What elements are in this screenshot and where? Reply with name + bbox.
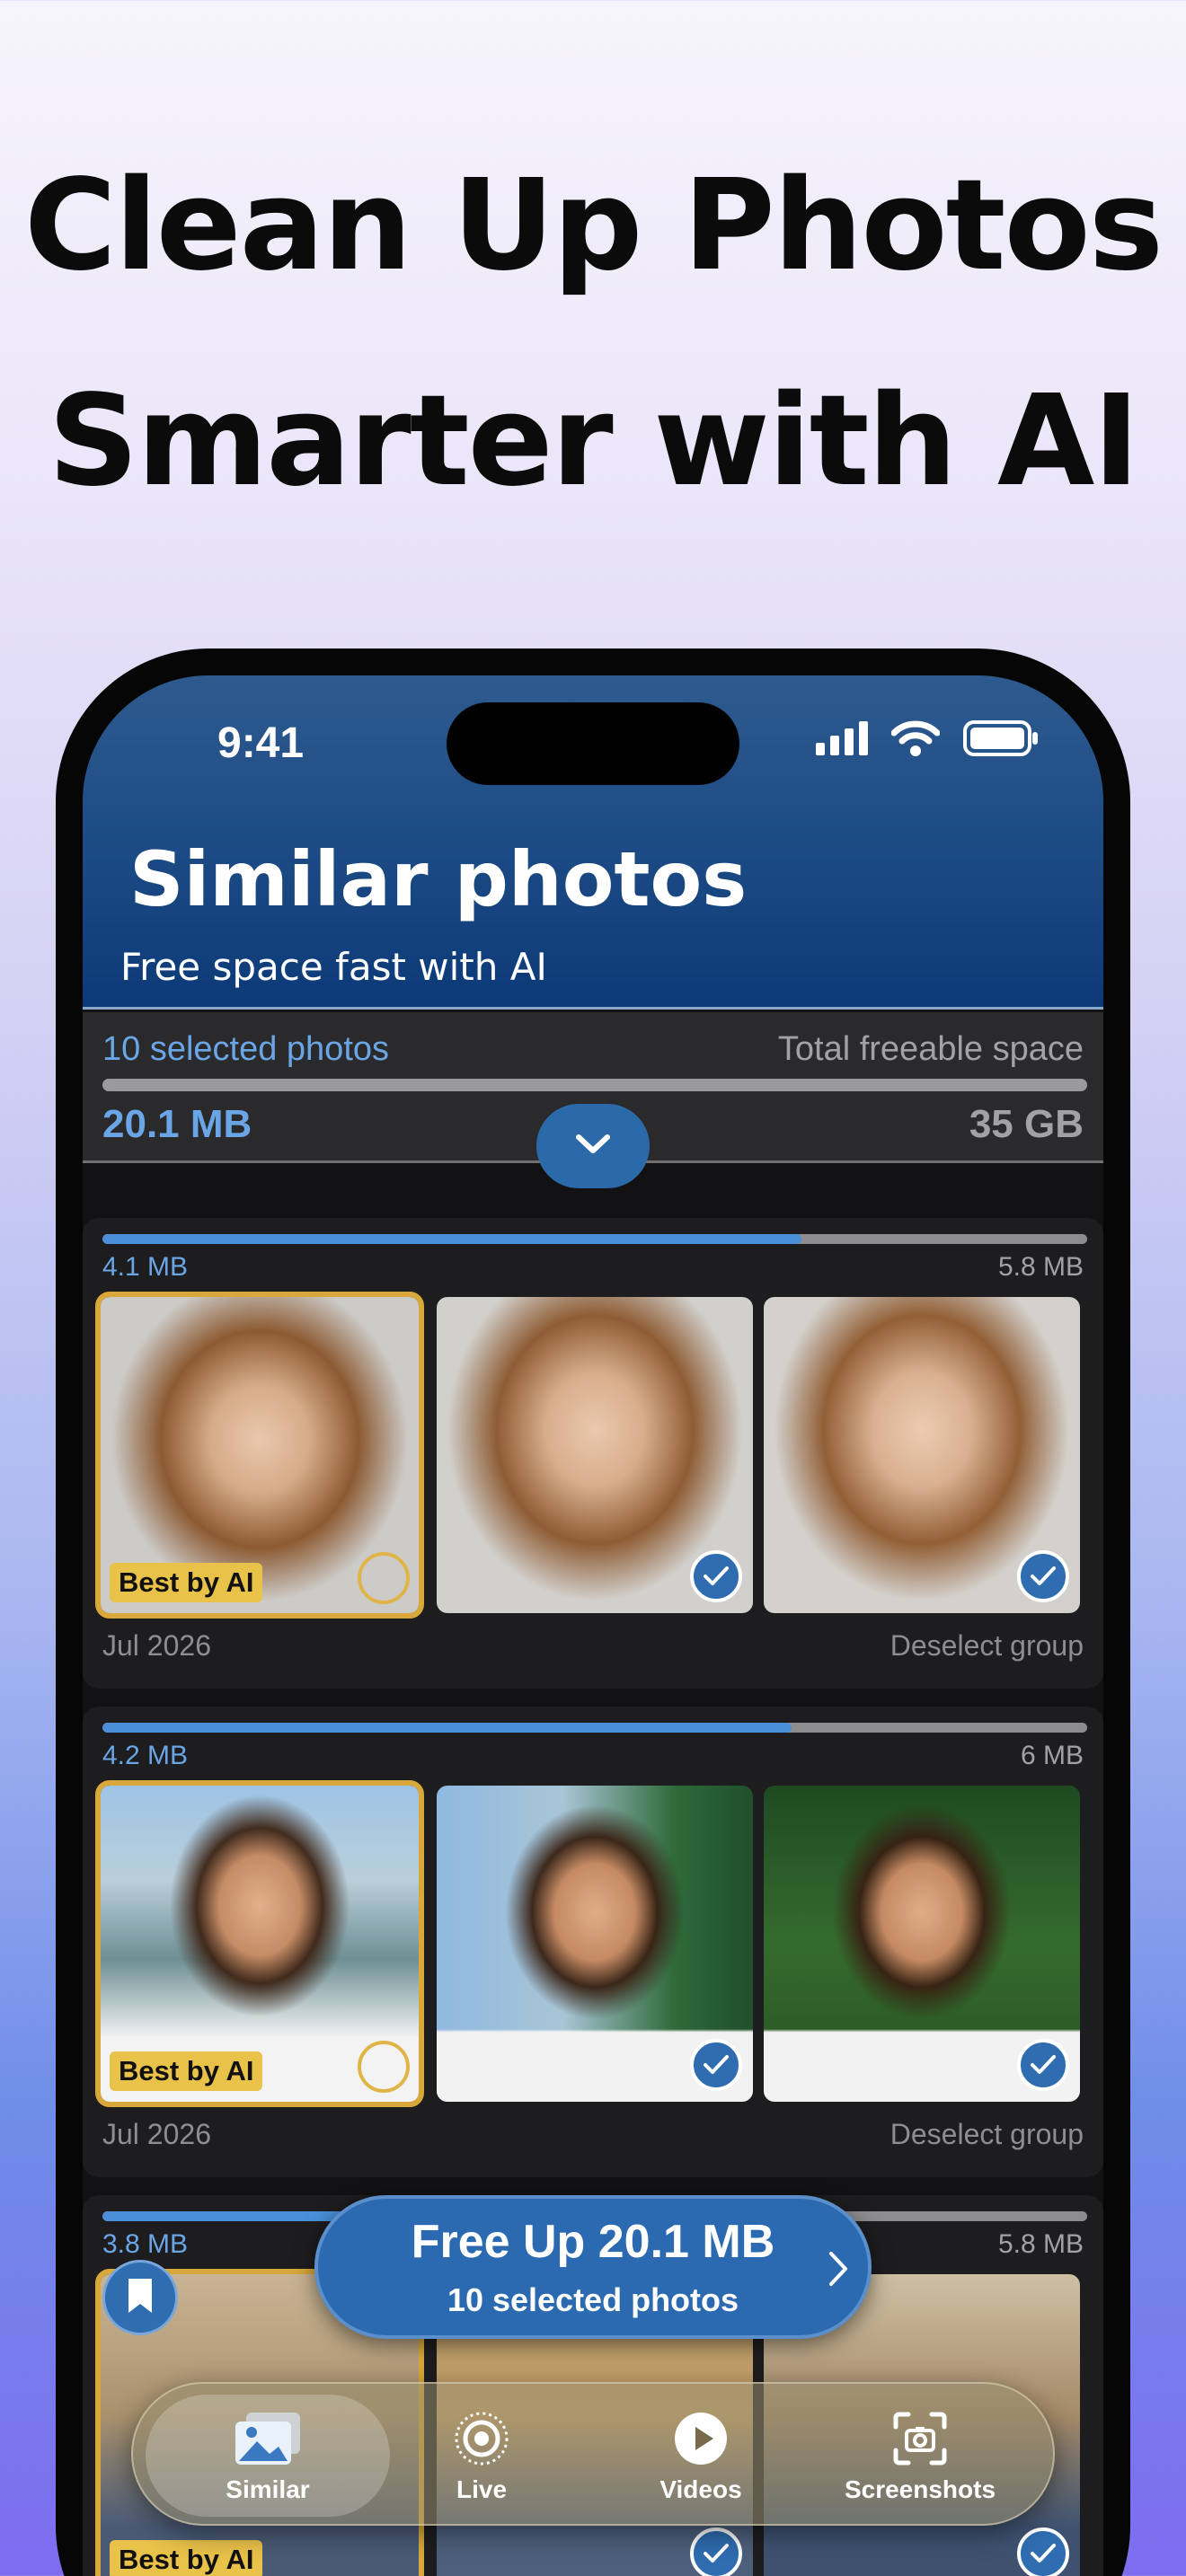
photo-thumbnail[interactable] bbox=[764, 1297, 1080, 1613]
photo-thumbnail-best[interactable]: Best by AI bbox=[95, 1780, 424, 2107]
total-freeable-label: Total freeable space bbox=[777, 1030, 1084, 1068]
tab-bar: Similar Live Videos Screenshots bbox=[131, 2382, 1055, 2526]
group-total-size: 5.8 MB bbox=[997, 1252, 1084, 1282]
photo-thumbnail[interactable] bbox=[437, 1297, 753, 1613]
chevron-right-icon bbox=[827, 2249, 850, 2293]
photos-icon bbox=[160, 2407, 376, 2470]
checkmark-icon[interactable] bbox=[1017, 2039, 1069, 2091]
tab-live-label: Live bbox=[456, 2475, 508, 2503]
select-circle[interactable] bbox=[358, 1552, 410, 1604]
tab-similar[interactable]: Similar bbox=[160, 2407, 376, 2504]
summary-progress-bar bbox=[102, 1079, 1087, 1091]
group-selected-size: 4.1 MB bbox=[102, 1252, 189, 1282]
headline-line-1: Clean Up Photos bbox=[23, 153, 1164, 299]
signal-icon bbox=[816, 721, 868, 760]
photo-group: 4.2 MB 6 MB Best by AI Jul 2026 Deselect… bbox=[83, 1707, 1103, 2177]
tab-live[interactable]: Live bbox=[374, 2407, 589, 2504]
group-total-size: 6 MB bbox=[1020, 1741, 1084, 1770]
checkmark-icon[interactable] bbox=[690, 2039, 742, 2091]
group-progress-bar bbox=[102, 1234, 1087, 1244]
group-selected-size: 3.8 MB bbox=[102, 2229, 189, 2259]
selected-size-value: 20.1 MB bbox=[102, 1102, 252, 1146]
selected-count-label: 10 selected photos bbox=[102, 1030, 390, 1068]
tab-screenshots-label: Screenshots bbox=[844, 2475, 996, 2503]
free-up-title: Free Up 20.1 MB bbox=[411, 2216, 775, 2268]
tab-similar-label: Similar bbox=[226, 2475, 310, 2503]
tab-screenshots[interactable]: Screenshots bbox=[812, 2407, 1028, 2504]
live-icon bbox=[374, 2407, 589, 2470]
dynamic-island bbox=[447, 702, 739, 785]
photo-group: 4.1 MB 5.8 MB Best by AI Jul 2026 Desele… bbox=[83, 1218, 1103, 1689]
app-header: 9:41 Similar photos Free space fast with… bbox=[83, 675, 1103, 1010]
group-date: Jul 2026 bbox=[102, 1629, 211, 1662]
deselect-group-button[interactable]: Deselect group bbox=[890, 1629, 1084, 1663]
screenshot-icon bbox=[812, 2407, 1028, 2470]
free-up-button[interactable]: Free Up 20.1 MB 10 selected photos bbox=[314, 2195, 872, 2339]
bookmark-button[interactable] bbox=[102, 2260, 178, 2335]
group-progress-bar bbox=[102, 1723, 1087, 1733]
photo-thumbnail[interactable] bbox=[764, 1786, 1080, 2102]
checkmark-icon[interactable] bbox=[690, 1550, 742, 1602]
tab-videos-label: Videos bbox=[659, 2475, 742, 2503]
phone-screen: 9:41 Similar photos Free space fast with… bbox=[83, 675, 1103, 2576]
headline-line-2: Smarter with AI bbox=[48, 368, 1140, 515]
group-date: Jul 2026 bbox=[102, 2118, 211, 2150]
checkmark-icon[interactable] bbox=[1017, 1550, 1069, 1602]
photo-thumbnail-best[interactable]: Best by AI bbox=[95, 1292, 424, 1619]
page-subtitle: Free space fast with AI bbox=[120, 945, 547, 989]
free-up-subtitle: 10 selected photos bbox=[447, 2281, 739, 2318]
deselect-group-button[interactable]: Deselect group bbox=[890, 2118, 1084, 2151]
best-by-ai-badge: Best by AI bbox=[110, 1563, 263, 1602]
wifi-icon bbox=[890, 720, 941, 761]
checkmark-icon[interactable] bbox=[690, 2527, 742, 2576]
play-icon bbox=[593, 2407, 809, 2470]
group-total-size: 5.8 MB bbox=[997, 2229, 1084, 2259]
checkmark-icon[interactable] bbox=[1017, 2527, 1069, 2576]
bookmark-icon bbox=[127, 2277, 154, 2319]
select-circle[interactable] bbox=[358, 2041, 410, 2093]
best-by-ai-badge: Best by AI bbox=[110, 2051, 263, 2091]
chevron-down-icon bbox=[573, 1132, 613, 1161]
page-title: Similar photos bbox=[129, 835, 748, 923]
collapse-summary-button[interactable] bbox=[536, 1104, 650, 1188]
group-selected-size: 4.2 MB bbox=[102, 1741, 189, 1770]
tab-videos[interactable]: Videos bbox=[593, 2407, 809, 2504]
total-size-value: 35 GB bbox=[969, 1102, 1084, 1146]
battery-icon bbox=[963, 720, 1039, 761]
status-time: 9:41 bbox=[217, 719, 305, 767]
best-by-ai-badge: Best by AI bbox=[110, 2540, 263, 2576]
photo-thumbnail[interactable] bbox=[437, 1786, 753, 2102]
